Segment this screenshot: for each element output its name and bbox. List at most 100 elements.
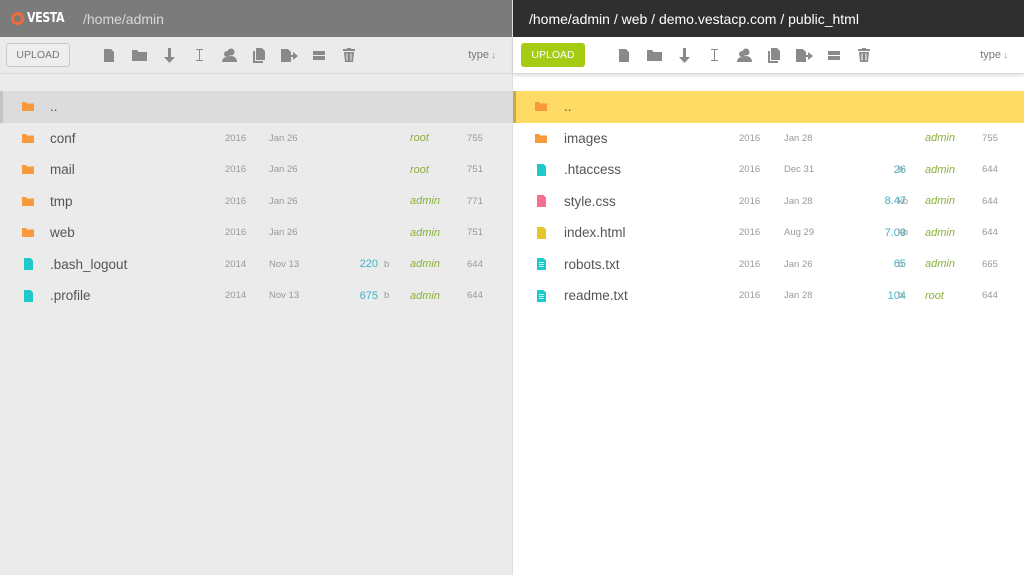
upload-button[interactable]: UPLOAD [521,43,585,67]
file-year: 2016 [739,227,761,239]
file-year: 2016 [739,290,761,302]
file-permissions: 644 [982,195,998,207]
text-file-icon [535,258,547,271]
file-row[interactable]: readme.txt 2016 Jan 28 104 b root 644 [513,280,1024,312]
permissions-button[interactable] [214,45,244,65]
sort-button[interactable]: type ↓ [468,49,496,61]
move-button[interactable] [789,45,819,65]
right-file-list: .. images 2016 Jan 28 admin 755 .htaccess 2016 D… [513,91,1024,312]
new-file-icon [619,48,629,62]
delete-button[interactable] [849,45,879,65]
file-date: Jan 26 [269,227,298,239]
file-year: 2016 [225,195,247,207]
file-row[interactable]: .. [513,91,1024,123]
file-name: images [564,130,608,146]
file-year: 2016 [739,132,761,144]
left-pane: VESTA /home/admin UPLOAD type ↓ .. conf 201… [0,0,512,575]
move-button[interactable] [274,45,304,65]
file-owner: admin [410,289,440,302]
file-permissions: 755 [982,132,998,144]
file-row[interactable]: conf 2016 Jan 26 root 755 [0,123,512,155]
file-year: 2014 [225,258,247,270]
sort-button[interactable]: type ↓ [980,49,1008,61]
archive-button[interactable] [819,45,849,65]
copy-button[interactable] [244,45,274,65]
new-folder-button[interactable] [639,45,669,65]
file-permissions: 751 [467,164,483,176]
file-date: Jan 26 [784,258,813,270]
right-path[interactable]: /home/admin / web / demo.vestacp.com / p… [529,11,859,27]
folder-icon [22,164,34,176]
file-permissions: 755 [467,132,483,144]
right-header: /home/admin / web / demo.vestacp.com / p… [513,0,1024,37]
left-file-list: .. conf 2016 Jan 26 root 755 mail 2016 Jan 26 roo… [0,91,512,312]
vesta-logo[interactable]: VESTA [11,11,83,26]
file-year: 2016 [739,195,761,207]
file-row[interactable]: robots.txt 2016 Jan 26 65 b admin 665 [513,249,1024,281]
folder-icon [535,101,547,113]
file-owner: admin [925,132,955,145]
download-button[interactable] [154,45,184,65]
file-date: Aug 29 [784,227,815,239]
file-row[interactable]: style.css 2016 Jan 28 8.47 kb admin 644 [513,186,1024,218]
file-row[interactable]: .htaccess 2016 Dec 31 26 b admin 644 [513,154,1024,186]
file-owner: admin [925,258,955,271]
file-size-unit: b [898,290,904,302]
file-row[interactable]: index.html 2016 Aug 29 7.09 kb admin 644 [513,217,1024,249]
file-date: Nov 13 [269,290,300,302]
file-date: Dec 31 [784,164,815,176]
file-row[interactable]: web 2016 Jan 26 admin 751 [0,217,512,249]
copy-icon [767,47,781,63]
new-folder-button[interactable] [124,45,154,65]
file-row[interactable]: mail 2016 Jan 26 root 751 [0,154,512,186]
text-file-icon [535,289,547,302]
archive-button[interactable] [304,45,334,65]
logo-ring-icon [11,12,24,25]
file-owner: admin [410,226,440,239]
left-path[interactable]: /home/admin [83,11,164,27]
file-size-unit: b [898,258,904,270]
file-name: .htaccess [564,162,622,178]
file-year: 2016 [225,132,247,144]
file-size-unit: b [898,164,904,176]
new-folder-icon [646,49,662,61]
sort-label: type [468,49,489,61]
file-icon [22,289,34,302]
copy-button[interactable] [759,45,789,65]
permissions-icon [736,48,752,62]
file-name: index.html [564,225,626,241]
new-file-button[interactable] [609,45,639,65]
download-button[interactable] [669,45,699,65]
file-size-unit: kb [898,195,909,207]
file-row[interactable]: .. [0,91,512,123]
new-file-button[interactable] [94,45,124,65]
download-icon [163,47,175,63]
left-tools [94,45,364,65]
file-owner: admin [410,195,440,208]
file-date: Jan 28 [784,290,813,302]
file-name: tmp [50,193,73,209]
upload-button[interactable]: UPLOAD [6,43,70,67]
file-size-unit: kb [898,227,909,239]
right-pane: /home/admin / web / demo.vestacp.com / p… [512,0,1024,575]
file-owner: admin [925,195,955,208]
file-row[interactable]: images 2016 Jan 28 admin 755 [513,123,1024,155]
folder-icon [22,101,34,113]
file-row[interactable]: tmp 2016 Jan 26 admin 771 [0,186,512,218]
rename-button[interactable] [699,45,729,65]
move-icon [280,48,298,62]
file-year: 2016 [739,258,761,270]
rename-button[interactable] [184,45,214,65]
file-row[interactable]: .profile 2014 Nov 13 675 b admin 644 [0,280,512,312]
file-size-unit: b [384,290,390,302]
download-icon [678,47,690,63]
file-row[interactable]: .bash_logout 2014 Nov 13 220 b admin 644 [0,249,512,281]
new-file-icon [104,48,114,62]
sort-label: type [980,49,1001,61]
rename-icon [195,49,203,61]
file-year: 2016 [225,164,247,176]
delete-button[interactable] [334,45,364,65]
permissions-icon [221,48,237,62]
permissions-button[interactable] [729,45,759,65]
file-icon [535,195,547,208]
